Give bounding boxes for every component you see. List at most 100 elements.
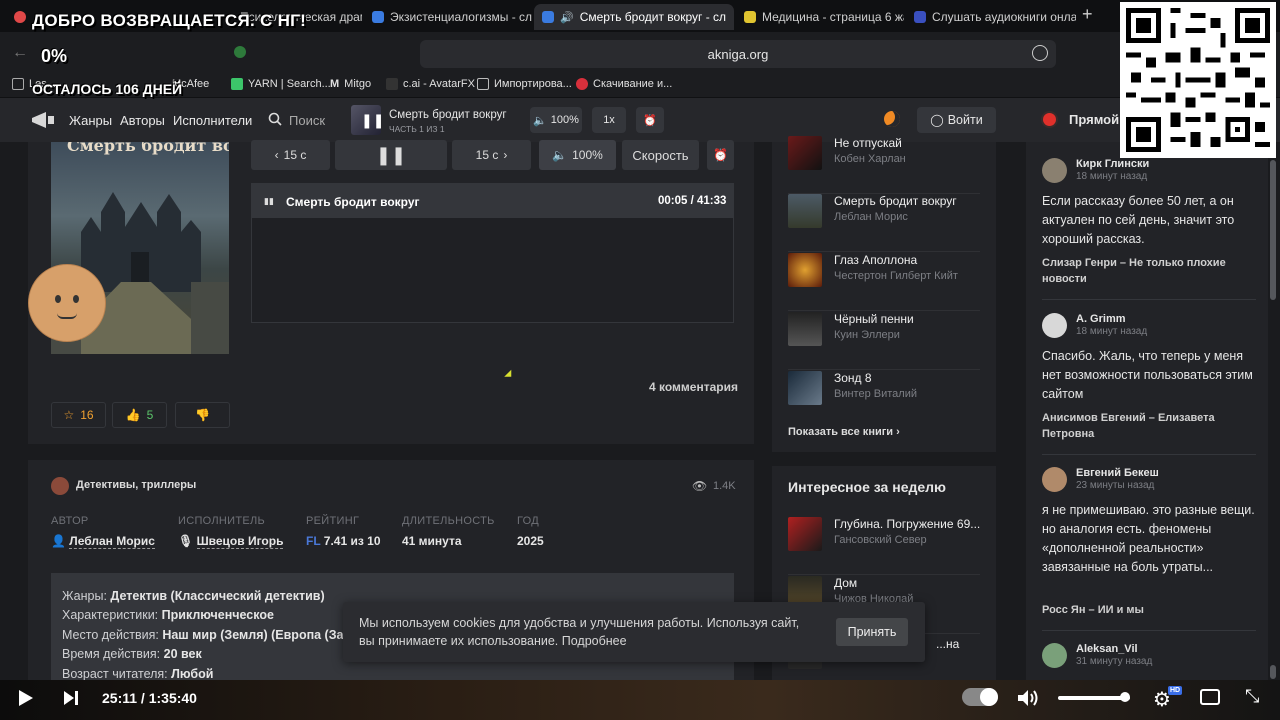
comments-count-link[interactable]: 4 комментария [649, 380, 738, 394]
alarm-icon[interactable]: ⏰ [707, 140, 734, 170]
year-value: 2025 [517, 534, 544, 548]
next-icon[interactable] [63, 690, 79, 706]
list-item[interactable]: Глубина. Погружение 69... Гансовский Севе… [788, 517, 980, 575]
site-secure-icon [234, 46, 246, 58]
user-icon: ◯ [930, 113, 944, 127]
live-feed-label[interactable]: Прямой [1069, 112, 1119, 127]
cai-icon [386, 78, 398, 90]
avatar[interactable] [1042, 467, 1067, 492]
play-pause-button[interactable]: ❚❚ [335, 140, 447, 170]
favorite-button[interactable]: ☆ 16 [51, 402, 106, 428]
list-item[interactable]: Глаз Аполлона Честертон Гилберт Кийт [788, 253, 980, 311]
comment-time: 23 минуты назад [1076, 480, 1155, 491]
comment-text: Спасибо. Жаль, что теперь у меня нет воз… [1042, 349, 1253, 401]
person-icon: 👤 [51, 534, 66, 548]
play-icon[interactable] [18, 689, 34, 707]
bookmark-item[interactable]: Скачивание и... [576, 78, 672, 90]
avatar[interactable] [1042, 643, 1067, 668]
book-title: ...на [936, 637, 960, 651]
detail-value[interactable]: Наш мир (Земля) (Европа (Запа [162, 628, 358, 642]
chat-icon[interactable] [1032, 45, 1048, 61]
search-icon[interactable] [268, 112, 282, 126]
cookie-accept-button[interactable]: Принять [836, 618, 908, 646]
thumbs-up-icon: 👍 [125, 408, 141, 422]
address-bar[interactable]: akniga.org [420, 40, 1056, 68]
track-time: 00:05 / 41:33 [658, 195, 727, 207]
detail-key: Возраст читателя: [62, 667, 172, 681]
site-logo-icon[interactable] [30, 110, 56, 130]
list-item[interactable]: Чёрный пенни Куин Эллери [788, 312, 980, 370]
detail-value[interactable]: Детектив (Классический детектив) [110, 589, 324, 603]
miniplayer-icon[interactable] [1200, 689, 1220, 705]
detail-value[interactable]: Приключенческое [162, 608, 274, 622]
bookmark-item[interactable]: c.ai - AvatarFX [386, 78, 475, 90]
mini-speed-button[interactable]: 1x [592, 107, 626, 133]
dislike-button[interactable]: 👎 [175, 402, 230, 428]
volume-icon[interactable] [1016, 688, 1040, 708]
comment-author[interactable]: Aleksan_Vil [1076, 643, 1138, 655]
avatar[interactable] [1042, 158, 1067, 183]
forward-15-button[interactable]: 15 с › [452, 140, 531, 170]
rewind-15-button[interactable]: ‹ 15 с [251, 140, 330, 170]
detail-value[interactable]: 20 век [164, 647, 202, 661]
list-item[interactable]: Зонд 8 Винтер Виталий [788, 371, 980, 429]
detail-row: Место действия: Наш мир (Земля) (Европа … [62, 628, 358, 642]
back-icon[interactable]: ← [12, 44, 28, 62]
new-tab-icon[interactable]: + [1082, 4, 1093, 25]
comment-author[interactable]: Евгений Бекеш [1076, 467, 1159, 479]
comment-book-link[interactable]: Слизар Генри – Не только плохие новости [1042, 255, 1242, 287]
book-author: Гансовский Север [834, 534, 927, 546]
performer-link[interactable]: 🎙 Швецов Игорь [178, 534, 284, 549]
genre-tag-link[interactable]: Детективы, триллеры [76, 479, 196, 491]
rating-value: FL 7.41 из 10 [306, 534, 381, 548]
nav-authors[interactable]: Авторы [120, 113, 165, 128]
list-item[interactable]: Смерть бродит вокруг Леблан Морис [788, 194, 980, 252]
cookie-text: Мы используем cookies для удобства и улу… [359, 616, 800, 648]
mini-volume-button[interactable]: 🔈 100% [530, 107, 582, 133]
comment-book-link[interactable]: Анисимов Евгений – Елизавета Петровна [1042, 410, 1242, 442]
speed-button[interactable]: Скорость [622, 140, 699, 170]
pin-icon [12, 78, 24, 90]
detail-value[interactable]: Любой [171, 667, 213, 681]
list-item[interactable]: Не отпускай Кобен Харлан [788, 136, 980, 194]
login-button[interactable]: ◯ Войти [917, 107, 996, 133]
bookmark-item[interactable]: YARN | Search... [231, 78, 331, 90]
comment-author[interactable]: A. Grimm [1076, 313, 1126, 325]
duration-value: 41 минута [402, 534, 462, 548]
bookmark-item[interactable]: M Mitgo [330, 78, 371, 90]
search-input[interactable]: Поиск [289, 113, 325, 128]
volume-button[interactable]: 🔈 100% [539, 140, 616, 170]
weekly-heading: Интересное за неделю [788, 479, 946, 495]
speed-label: Скорость [632, 147, 689, 163]
comment-author[interactable]: Кирк Глински [1076, 158, 1149, 170]
book-author: Винтер Виталий [834, 388, 917, 400]
tab-label: Медицина - страница 6 жа [762, 10, 904, 24]
comment-item: Aleksan_Vil 31 минуту назад [1042, 643, 1256, 680]
autoplay-toggle[interactable] [962, 688, 998, 706]
browser-tab-active[interactable]: 🔊 Смерть бродит вокруг - сл [534, 4, 734, 30]
browser-tab[interactable]: Слушать аудиокниги онлай [906, 4, 1076, 30]
author-link[interactable]: 👤 Леблан Морис [51, 534, 155, 549]
avatar[interactable] [1042, 313, 1067, 338]
comment-book-link[interactable]: Росс Ян – ИИ и мы [1042, 602, 1242, 618]
scrollbar-thumb[interactable] [1270, 160, 1276, 300]
pause-icon[interactable]: ❚❚ [361, 112, 384, 129]
scrollbar-thumb[interactable] [1270, 665, 1276, 679]
exit-fullscreen-icon[interactable]: ⤡ [1245, 686, 1259, 707]
overlay-welcome-text: ДОБРО ВОЗВРАЩАЕТСЯ. С НГ! [32, 11, 307, 30]
show-all-books-link[interactable]: Показать все книги › [788, 426, 900, 438]
bookmark-item[interactable]: Импортирова... [477, 78, 572, 90]
browser-tab[interactable]: Медицина - страница 6 жа [736, 4, 904, 30]
volume-slider-knob[interactable] [1120, 692, 1130, 702]
book-title: Не отпускай [834, 136, 902, 150]
site-favicon [744, 11, 756, 23]
mini-player-title: Смерть бродит вокруг [389, 109, 507, 121]
nav-performers[interactable]: Исполнители [173, 113, 252, 128]
pinterest-icon [576, 78, 588, 90]
rating-text: 7.41 из 10 [323, 534, 381, 548]
nav-genres[interactable]: Жанры [69, 113, 112, 128]
browser-tab[interactable]: Экзистенциалогизмы - слу [364, 4, 532, 30]
like-button[interactable]: 👍 5 [112, 402, 167, 428]
theme-moon-icon[interactable] [884, 111, 900, 127]
alarm-icon[interactable]: ⏰ [636, 107, 664, 133]
